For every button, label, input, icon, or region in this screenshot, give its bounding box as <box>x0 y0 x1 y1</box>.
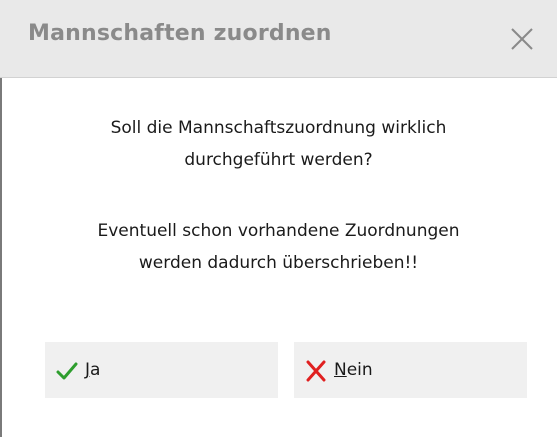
no-mnemonic: N <box>334 360 347 380</box>
dialog-titlebar[interactable]: Mannschaften zuordnen <box>0 0 557 78</box>
yes-button-label: Ja <box>85 359 100 381</box>
message-line: Eventuell schon vorhandene Zuordnungen <box>97 221 460 241</box>
cross-icon <box>304 359 328 383</box>
checkmark-icon <box>55 359 79 383</box>
message-line: werden dadurch überschrieben!! <box>138 253 419 273</box>
confirm-dialog: Mannschaften zuordnen Soll die Mannschaf… <box>0 0 557 437</box>
no-button[interactable]: Nein <box>294 342 527 398</box>
overwrite-warning: Eventuell schon vorhandene Zuordnungen w… <box>30 215 527 279</box>
confirmation-question: Soll die Mannschaftszuordnung wirklich d… <box>30 112 527 176</box>
yes-button[interactable]: Ja <box>45 342 278 398</box>
message-line: Soll die Mannschaftszuordnung wirklich <box>110 118 447 138</box>
dialog-title: Mannschaften zuordnen <box>28 21 332 46</box>
no-label-rest: ein <box>346 360 373 380</box>
close-icon <box>505 22 539 56</box>
yes-label-rest: a <box>90 360 101 380</box>
no-button-label: Nein <box>334 359 373 381</box>
message-line: durchgeführt werden? <box>184 150 373 170</box>
close-button[interactable] <box>505 22 539 56</box>
